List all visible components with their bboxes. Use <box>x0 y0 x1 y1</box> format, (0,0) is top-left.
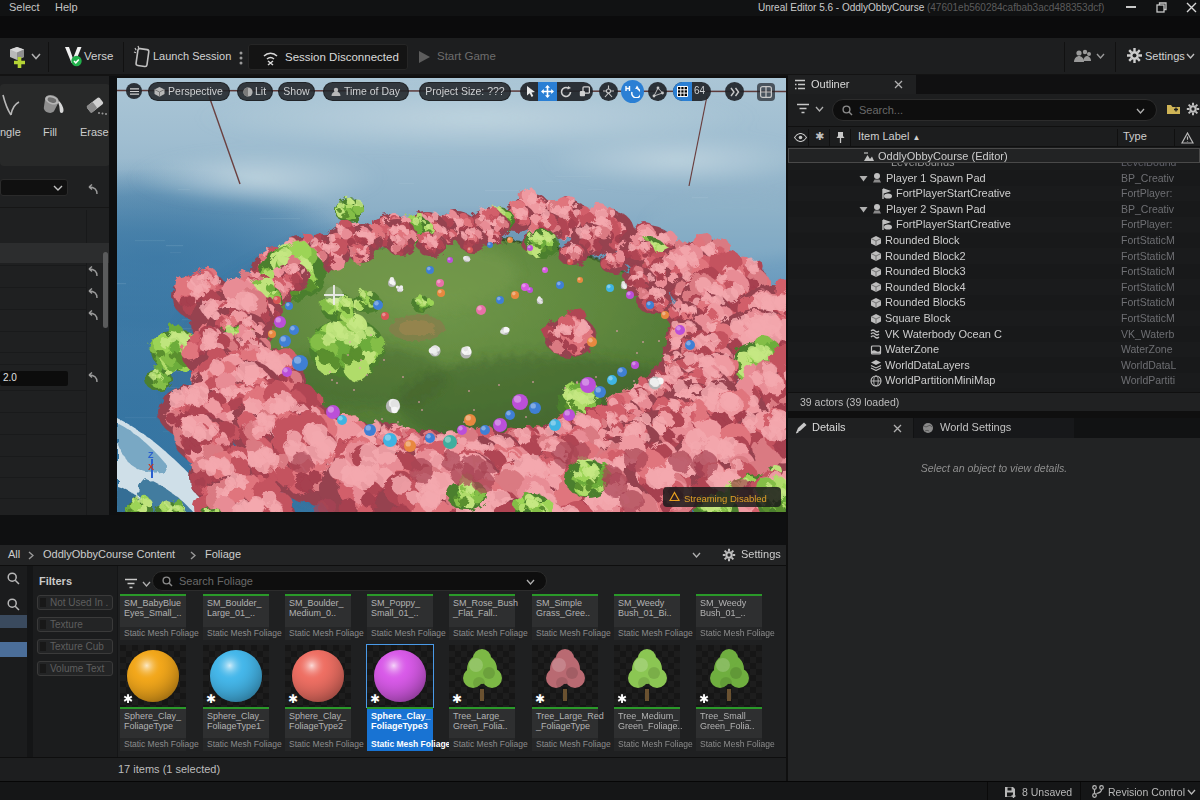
svg-text:X: X <box>148 462 154 472</box>
svg-text:Z: Z <box>148 450 154 460</box>
svg-text:Streaming Disabled: Streaming Disabled <box>684 493 767 504</box>
